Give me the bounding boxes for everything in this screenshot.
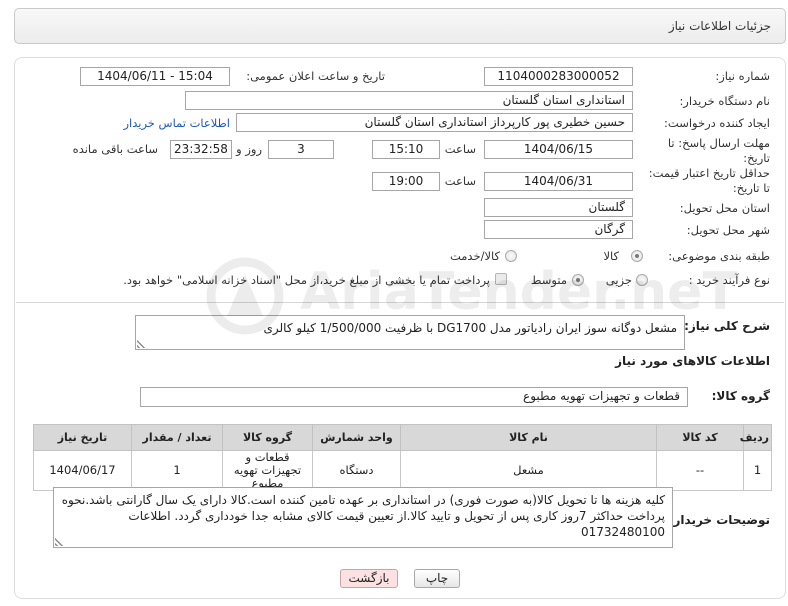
description-text: مشعل دوگانه سوز ایران رادیاتور مدل DG170… — [263, 321, 677, 335]
page: جزئیات اطلاعات نیاز شماره نیاز: 11040002… — [0, 0, 788, 606]
cell-goods-group: قطعات و تجهیزات تهویه مطبوع — [222, 450, 313, 491]
resize-grip[interactable] — [137, 339, 146, 348]
remaining-time-field[interactable]: 23:32:58 — [170, 140, 232, 159]
resize-grip[interactable] — [55, 537, 64, 546]
price-validity-date-field[interactable]: 1404/06/31 — [484, 172, 633, 191]
price-validity-label: حداقل تاریخ اعتبار قیمت: — [648, 166, 770, 180]
buyer-notes-label: توضیحات خریدار: — [668, 513, 770, 527]
delivery-city-field[interactable]: گرگان — [484, 220, 633, 239]
purchase-type-medium-radio[interactable] — [572, 274, 584, 286]
buyer-org-label: نام دستگاه خریدار: — [679, 94, 770, 108]
col-quantity: تعداد / مقدار — [131, 424, 223, 451]
need-number-field[interactable]: 1104000283000052 — [484, 67, 633, 86]
buyer-org-field[interactable]: استانداری استان گلستان — [185, 91, 633, 110]
category-goods-service-label: کالا/خدمت — [449, 249, 500, 263]
buyer-notes-textarea[interactable]: کلیه هزینه ها تا تحویل کالا(به صورت فوری… — [53, 487, 673, 548]
col-need-date: تاریخ نیاز — [33, 424, 132, 451]
goods-group-label: گروه کالا: — [711, 389, 770, 403]
remaining-days-label: روز و — [236, 142, 262, 156]
cell-unit: دستگاه — [312, 450, 401, 491]
goods-section-heading: اطلاعات کالاهای مورد نیاز — [615, 354, 770, 368]
category-label: طبقه بندی موضوعی: — [668, 249, 770, 263]
purchase-type-minor-label: جزیی — [605, 273, 632, 287]
price-validity-time-field[interactable]: 19:00 — [372, 172, 440, 191]
category-goods-service-radio[interactable] — [505, 250, 517, 262]
price-validity-label-date: تا تاریخ: — [732, 181, 770, 195]
announce-datetime-field[interactable]: 1404/06/11 - 15:04 — [80, 67, 230, 86]
purchase-type-label: نوع فرآیند خرید : — [688, 273, 770, 287]
table-row: 1 -- مشعل دستگاه قطعات و تجهیزات تهویه م… — [33, 450, 772, 491]
cell-quantity: 1 — [131, 450, 223, 491]
delivery-city-label: شهر محل تحویل: — [686, 223, 770, 237]
print-button[interactable]: چاپ — [414, 569, 460, 588]
price-validity-time-label: ساعت — [444, 174, 476, 188]
category-goods-radio[interactable] — [631, 250, 643, 262]
purchase-type-minor-radio[interactable] — [636, 274, 648, 286]
buyer-notes-text: کلیه هزینه ها تا تحویل کالا(به صورت فوری… — [61, 493, 665, 539]
description-label: شرح کلی نیاز: — [684, 319, 770, 333]
page-header: جزئیات اطلاعات نیاز — [14, 8, 786, 44]
need-number-label: شماره نیاز: — [715, 69, 770, 83]
col-row-number: ردیف — [740, 424, 772, 451]
response-deadline-label-date: تاریخ: — [743, 151, 770, 165]
col-goods-code: کد کالا — [656, 424, 744, 451]
delivery-province-field[interactable]: گلستان — [484, 198, 633, 217]
section-divider — [16, 302, 784, 303]
response-deadline-date-field[interactable]: 1404/06/15 — [484, 140, 633, 159]
remaining-time-label: ساعت باقی مانده — [72, 142, 158, 156]
goods-table: ردیف کد کالا نام کالا واحد شمارش گروه کا… — [33, 424, 772, 491]
delivery-province-label: استان محل تحویل: — [679, 201, 770, 215]
col-unit: واحد شمارش — [312, 424, 401, 451]
response-deadline-time-label: ساعت — [444, 142, 476, 156]
cell-row-number: 1 — [743, 450, 772, 491]
buyer-contact-link[interactable]: اطلاعات تماس خریدار — [123, 116, 230, 130]
announce-datetime-label: تاریخ و ساعت اعلان عمومی: — [246, 69, 385, 83]
table-header-row: ردیف کد کالا نام کالا واحد شمارش گروه کا… — [33, 424, 772, 451]
cell-need-date: 1404/06/17 — [33, 450, 132, 491]
cell-goods-name: مشعل — [400, 450, 657, 491]
col-goods-group: گروه کالا — [222, 424, 313, 451]
response-deadline-label: مهلت ارسال پاسخ: تا — [667, 136, 770, 150]
response-deadline-time-field[interactable]: 15:10 — [372, 140, 440, 159]
page-title: جزئیات اطلاعات نیاز — [668, 19, 771, 33]
purchase-type-medium-label: متوسط — [530, 273, 567, 287]
category-goods-label: کالا — [603, 249, 619, 263]
description-textarea[interactable]: مشعل دوگانه سوز ایران رادیاتور مدل DG170… — [135, 315, 685, 350]
treasury-payment-label: پرداخت تمام یا بخشی از مبلغ خرید،از محل … — [123, 273, 490, 287]
remaining-days-field[interactable]: 3 — [268, 140, 334, 159]
back-button[interactable]: بازگشت — [340, 569, 398, 588]
requester-label: ایجاد کننده درخواست: — [664, 116, 770, 130]
treasury-payment-checkbox[interactable] — [495, 273, 507, 285]
col-goods-name: نام کالا — [400, 424, 657, 451]
goods-group-field[interactable]: قطعات و تجهیزات تهویه مطبوع — [140, 387, 688, 407]
requester-field[interactable]: حسین خطیری پور کارپرداز استانداری استان … — [236, 113, 633, 132]
cell-goods-code: -- — [656, 450, 744, 491]
